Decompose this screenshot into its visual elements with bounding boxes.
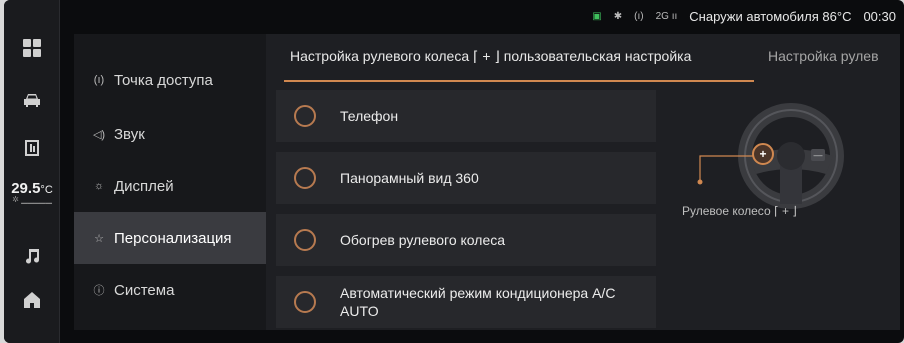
hotspot-icon: (ı) (634, 11, 644, 22)
left-rail: 29.5°C ✲ ▁▁▁▁▁ (4, 0, 60, 343)
active-tab-indicator (284, 80, 754, 82)
music-button[interactable] (4, 236, 60, 276)
option-label: Автоматический режим кондиционера A/C AU… (340, 284, 615, 320)
personalization-icon: ☆ (94, 232, 104, 245)
option-360-view[interactable]: Панорамный вид 360 (276, 152, 656, 204)
fan-level-icon: ✲ ▁▁▁▁▁ (12, 195, 52, 204)
radio-button[interactable] (294, 167, 316, 189)
steering-wheel-caption: Рулевое колесо ⌈ + ⌋ (682, 204, 797, 218)
settings-menu: (ı) Точка доступа ◁) Звук ☼ Дисплей ☆ Пе… (74, 34, 266, 330)
option-auto-ac[interactable]: Автоматический режим кондиционера A/C AU… (276, 276, 656, 328)
menu-item-label: Система (114, 281, 175, 299)
outside-label: Снаружи автомобиля (689, 9, 819, 24)
outside-temp-value: 86°C (822, 9, 852, 24)
car-icon (24, 94, 40, 107)
home-icon (24, 292, 40, 308)
car-button[interactable] (4, 80, 60, 120)
steering-wheel-illustration: — + (697, 103, 844, 209)
settings-content: Настройка рулевого колеса ⌈ + ⌋ пользова… (266, 34, 900, 330)
option-phone[interactable]: Телефон (276, 90, 656, 142)
home-button[interactable] (4, 280, 60, 320)
option-label: Панорамный вид 360 (340, 170, 479, 186)
climate-temperature[interactable]: 29.5°C ✲ ▁▁▁▁▁ (4, 180, 60, 204)
app-window: ▣ ✱ (ı) 2G ıı Снаружи автомобиля 86°C 00… (4, 0, 904, 343)
sound-icon: ◁) (92, 128, 106, 141)
radio-button[interactable] (294, 105, 316, 127)
parking-icon (25, 140, 39, 156)
clock: 00:30 (863, 9, 896, 24)
menu-item-system[interactable]: ⓘ Система (74, 264, 266, 316)
music-icon (26, 249, 40, 264)
outside-temperature: Снаружи автомобиля 86°C (689, 9, 851, 24)
menu-item-display[interactable]: ☼ Дисплей (74, 160, 266, 212)
callout-dot (697, 179, 703, 185)
menu-item-hotspot[interactable]: (ı) Точка доступа (74, 54, 266, 106)
phone-connected-icon: ▣ (592, 11, 602, 22)
option-label-line1: Автоматический режим кондиционера A/C (340, 285, 616, 301)
radio-button[interactable] (294, 291, 316, 313)
signal-label: 2G (655, 11, 669, 22)
menu-item-label: Звук (114, 125, 145, 143)
menu-item-personalization[interactable]: ☆ Персонализация (74, 212, 266, 264)
signal-icon: 2G ıı (655, 11, 678, 22)
svg-text:+: + (759, 147, 766, 161)
bluetooth-icon: ✱ (613, 11, 623, 22)
menu-item-label: Персонализация (114, 229, 232, 247)
system-icon: ⓘ (93, 285, 105, 297)
hotspot-icon: (ı) (93, 74, 105, 86)
menu-item-label: Дисплей (114, 177, 174, 195)
tab-steering-wheel-custom[interactable]: Настройка рулевого колеса ⌈ + ⌋ пользова… (290, 48, 691, 65)
radio-button[interactable] (294, 229, 316, 251)
apps-button[interactable] (4, 28, 60, 68)
parking-button[interactable] (4, 128, 60, 168)
apps-icon (23, 39, 41, 57)
svg-text:—: — (814, 150, 823, 160)
status-bar: ▣ ✱ (ı) 2G ıı Снаружи автомобиля 86°C 00… (592, 9, 896, 24)
option-label-line2: AUTO (340, 303, 379, 319)
option-label: Обогрев рулевого колеса (340, 232, 506, 248)
menu-item-sound[interactable]: ◁) Звук (74, 108, 266, 160)
menu-item-label: Точка доступа (114, 71, 213, 89)
option-label: Телефон (340, 108, 399, 124)
tab-bar: Настройка рулевого колеса ⌈ + ⌋ пользова… (266, 48, 900, 84)
display-icon: ☼ (93, 180, 105, 192)
option-steering-wheel-heating[interactable]: Обогрев рулевого колеса (276, 214, 656, 266)
tab-steering-wheel-settings[interactable]: Настройка рулев (768, 48, 879, 64)
